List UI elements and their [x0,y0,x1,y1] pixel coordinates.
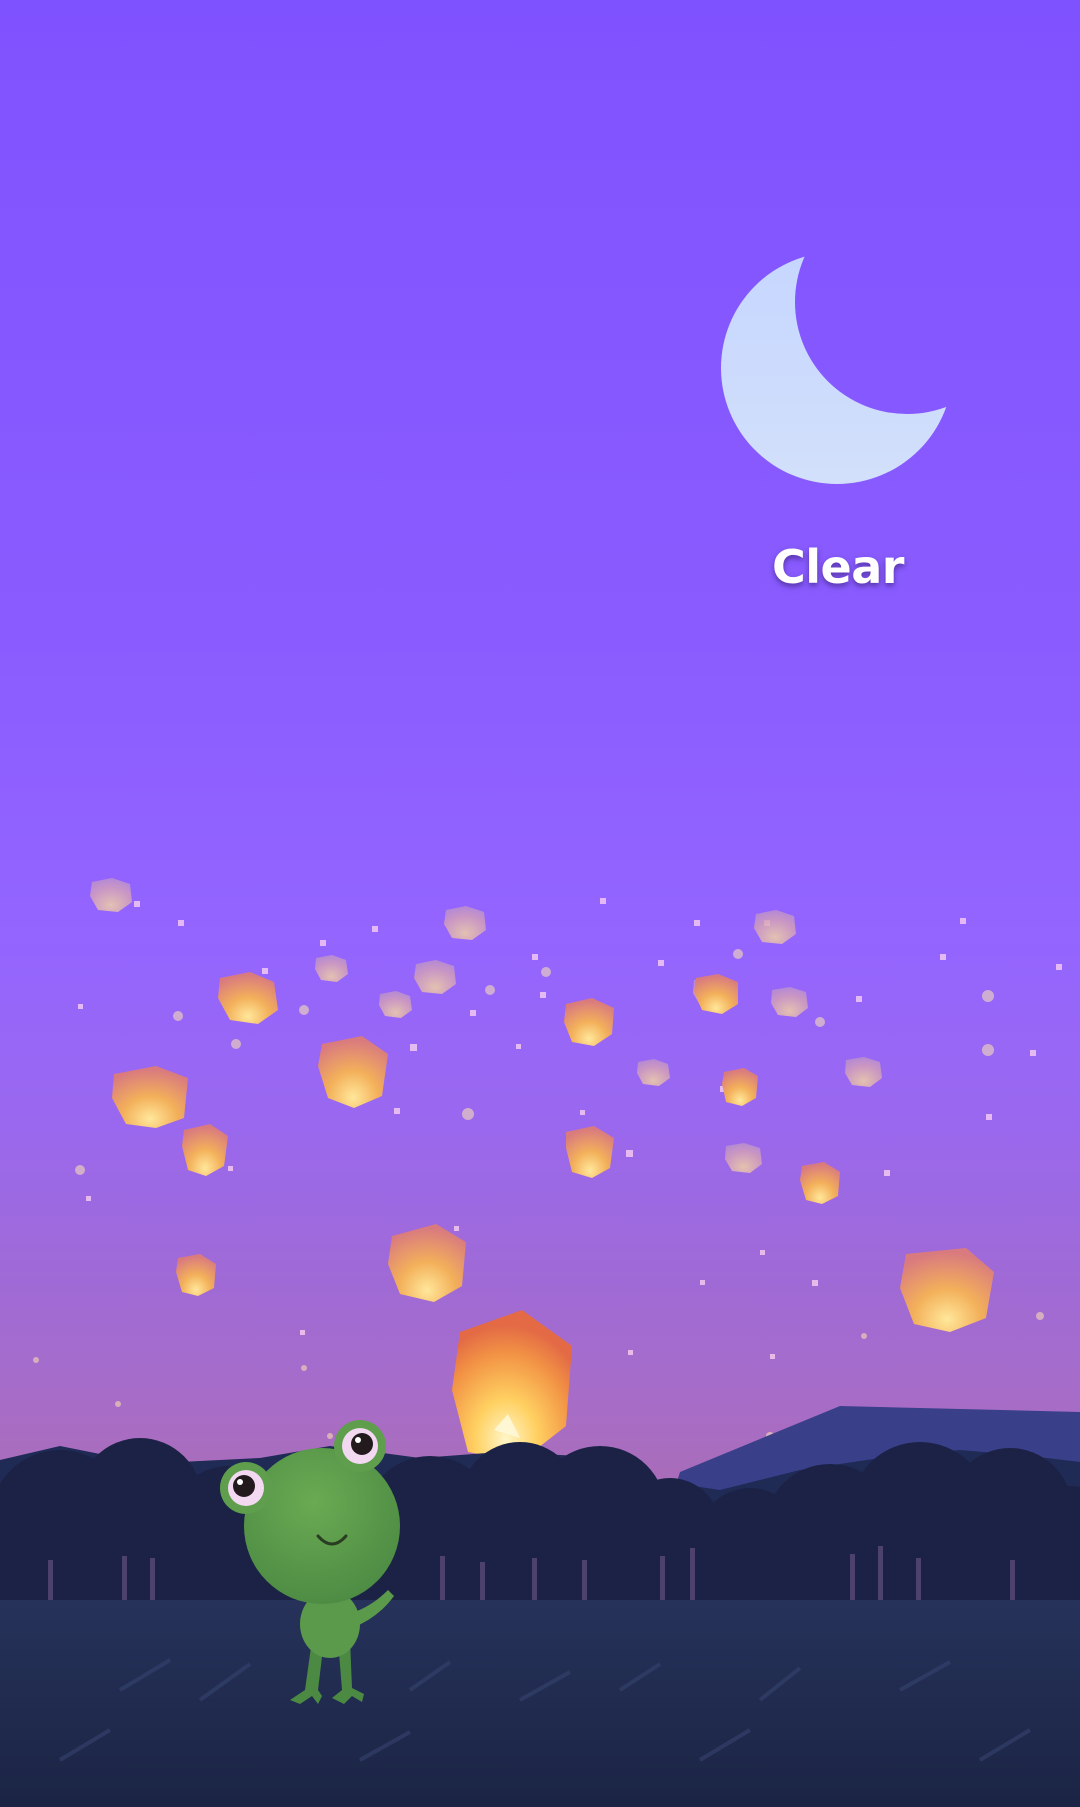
weather-scene: Clear [0,0,1080,1807]
mid-lanterns [112,972,994,1332]
ground [0,1600,1080,1807]
big-lantern [452,1310,572,1462]
night-landscape [0,878,1080,1807]
